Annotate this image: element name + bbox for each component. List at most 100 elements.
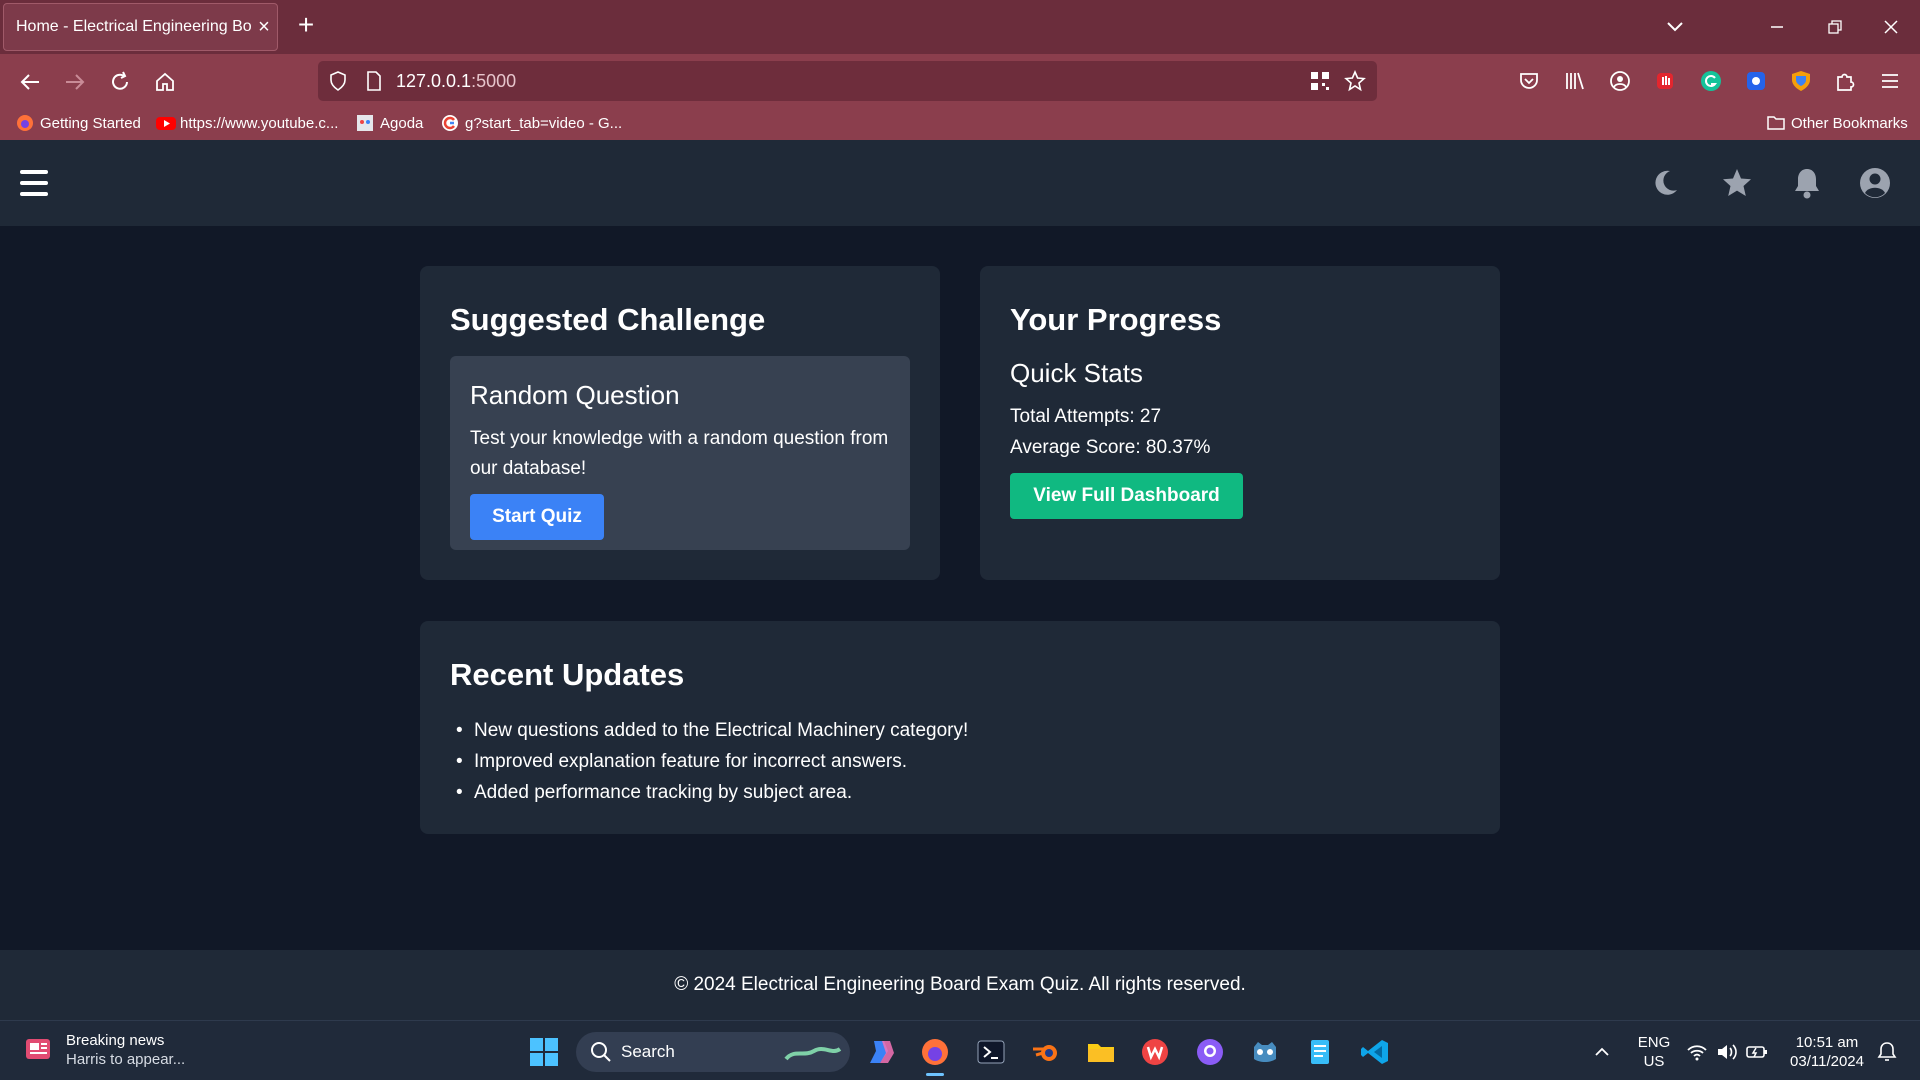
firefox-taskbar-icon[interactable] (918, 1035, 952, 1069)
folder-icon (1767, 114, 1785, 132)
start-quiz-button[interactable]: Start Quiz (470, 494, 604, 540)
news-title: Breaking news (66, 1032, 165, 1049)
your-progress-card: Your Progress Quick Stats Total Attempts… (980, 266, 1500, 580)
shield-extension-icon[interactable] (1787, 67, 1815, 95)
wps-office-icon[interactable] (1138, 1035, 1172, 1069)
minimize-icon[interactable] (1762, 14, 1792, 40)
app-menu-icon[interactable] (1876, 67, 1904, 95)
menu-icon[interactable] (20, 170, 48, 196)
windows-start-icon[interactable] (527, 1035, 561, 1069)
random-question-card: Random Question Test your knowledge with… (450, 356, 910, 550)
bookmark-label: g?start_tab=video - G... (465, 114, 623, 132)
back-arrow-icon[interactable] (15, 67, 45, 97)
notepad-icon[interactable] (1303, 1035, 1337, 1069)
active-app-indicator (926, 1073, 944, 1076)
url-text: 127.0.0.1:5000 (396, 71, 517, 91)
system-clock[interactable]: 10:51 am 03/11/2024 (1782, 1033, 1872, 1071)
github-desktop-icon[interactable] (1193, 1035, 1227, 1069)
browser-navigation-bar: 127.0.0.1:5000 (0, 54, 1920, 108)
google-icon (441, 114, 459, 132)
file-explorer-icon[interactable] (1084, 1035, 1118, 1069)
search-label: Search (621, 1042, 675, 1061)
bookmarks-toolbar: Getting Started https://www.youtube.c...… (0, 108, 1920, 140)
shield-icon[interactable] (326, 70, 350, 92)
app-header (0, 140, 1920, 226)
suggested-challenge-card: Suggested Challenge Random Question Test… (420, 266, 940, 580)
library-icon[interactable] (1560, 67, 1588, 95)
home-icon[interactable] (150, 67, 180, 97)
account-icon[interactable] (1606, 67, 1634, 95)
bookmark-youtube[interactable]: https://www.youtube.c... (156, 114, 338, 132)
total-attempts-stat: Total Attempts: 27 (1010, 406, 1162, 427)
input-language[interactable]: ENG US (1634, 1033, 1674, 1071)
language-code: ENG (1637, 1034, 1671, 1051)
close-window-icon[interactable] (1876, 14, 1906, 40)
bookmark-label: https://www.youtube.c... (180, 114, 339, 132)
restore-icon[interactable] (1820, 14, 1850, 40)
bookmark-agoda[interactable]: Agoda (356, 114, 423, 132)
new-tab-button[interactable]: + (292, 11, 320, 40)
tab-title: Home - Electrical Engineering Boar (16, 18, 251, 35)
battery-icon[interactable] (1740, 1035, 1774, 1069)
footer: © 2024 Electrical Engineering Board Exam… (0, 950, 1920, 1020)
terminal-icon[interactable] (974, 1035, 1008, 1069)
browser-tab-active[interactable]: Home - Electrical Engineering Boar × (3, 3, 278, 51)
suggested-challenge-title: Suggested Challenge (450, 302, 766, 337)
news-widget[interactable]: Breaking news Harris to appear... (24, 1031, 185, 1069)
news-icon (24, 1033, 54, 1068)
average-score-stat: Average Score: 80.37% (1010, 437, 1211, 458)
other-bookmarks[interactable]: Other Bookmarks (1767, 114, 1908, 132)
updates-list: New questions added to the Electrical Ma… (450, 715, 968, 808)
reload-icon[interactable] (105, 67, 135, 97)
view-full-dashboard-button[interactable]: View Full Dashboard (1010, 473, 1243, 519)
address-bar[interactable]: 127.0.0.1:5000 (318, 61, 1377, 101)
qr-code-icon[interactable] (1308, 70, 1332, 92)
region-code: US (1643, 1053, 1665, 1070)
volume-icon[interactable] (1710, 1035, 1744, 1069)
bookmark-label: Other Bookmarks (1791, 114, 1908, 132)
extensions-puzzle-icon[interactable] (1831, 67, 1859, 95)
recent-updates-card: Recent Updates New questions added to th… (420, 621, 1500, 834)
vscode-icon[interactable] (1358, 1035, 1392, 1069)
bookmark-label: Agoda (380, 114, 424, 132)
bookmark-google[interactable]: g?start_tab=video - G... (441, 114, 622, 132)
page-icon[interactable] (362, 70, 386, 92)
clock-date: 03/11/2024 (1790, 1053, 1864, 1070)
pocket-icon[interactable] (1515, 67, 1543, 95)
random-question-title: Random Question (470, 380, 680, 410)
grammarly-icon[interactable] (1697, 67, 1725, 95)
user-circle-icon[interactable] (1858, 166, 1892, 200)
forward-arrow-icon[interactable] (60, 67, 90, 97)
news-subtitle: Harris to appear... (66, 1051, 186, 1068)
bookmark-label: Getting Started (40, 114, 141, 132)
list-item: Improved explanation feature for incorre… (450, 746, 968, 777)
clock-time: 10:51 am (1795, 1034, 1859, 1051)
search-icon (590, 1041, 612, 1068)
your-progress-title: Your Progress (1010, 302, 1222, 337)
browser-tab-strip: Home - Electrical Engineering Boar × + (0, 0, 1920, 54)
godot-icon[interactable] (1248, 1035, 1282, 1069)
bookmark-star-icon[interactable] (1343, 70, 1367, 92)
list-item: New questions added to the Electrical Ma… (450, 715, 968, 746)
quick-stats-title: Quick Stats (1010, 358, 1143, 388)
random-question-description: Test your knowledge with a random questi… (470, 428, 889, 479)
tab-close-icon[interactable]: × (251, 16, 277, 39)
list-item: Added performance tracking by subject ar… (450, 777, 968, 808)
show-hidden-icons-chevron[interactable] (1585, 1035, 1619, 1069)
list-all-tabs-chevron-icon[interactable] (1660, 14, 1690, 40)
copilot-icon[interactable] (864, 1035, 898, 1069)
blue-extension-icon[interactable] (1742, 67, 1770, 95)
taskbar-search[interactable]: Search (576, 1032, 850, 1072)
bell-icon[interactable] (1790, 166, 1824, 200)
star-icon[interactable] (1720, 166, 1754, 200)
copyright-text: © 2024 Electrical Engineering Board Exam… (674, 974, 1246, 995)
moon-icon[interactable] (1648, 166, 1682, 200)
blender-icon[interactable] (1029, 1035, 1063, 1069)
red-hand-extension-icon[interactable] (1651, 67, 1679, 95)
bookmark-getting-started[interactable]: Getting Started (16, 114, 141, 132)
recent-updates-title: Recent Updates (450, 657, 685, 692)
search-highlight-icon (784, 1041, 842, 1068)
notification-bell-icon[interactable] (1870, 1035, 1904, 1069)
firefox-icon (16, 114, 34, 132)
wifi-icon[interactable] (1680, 1035, 1714, 1069)
